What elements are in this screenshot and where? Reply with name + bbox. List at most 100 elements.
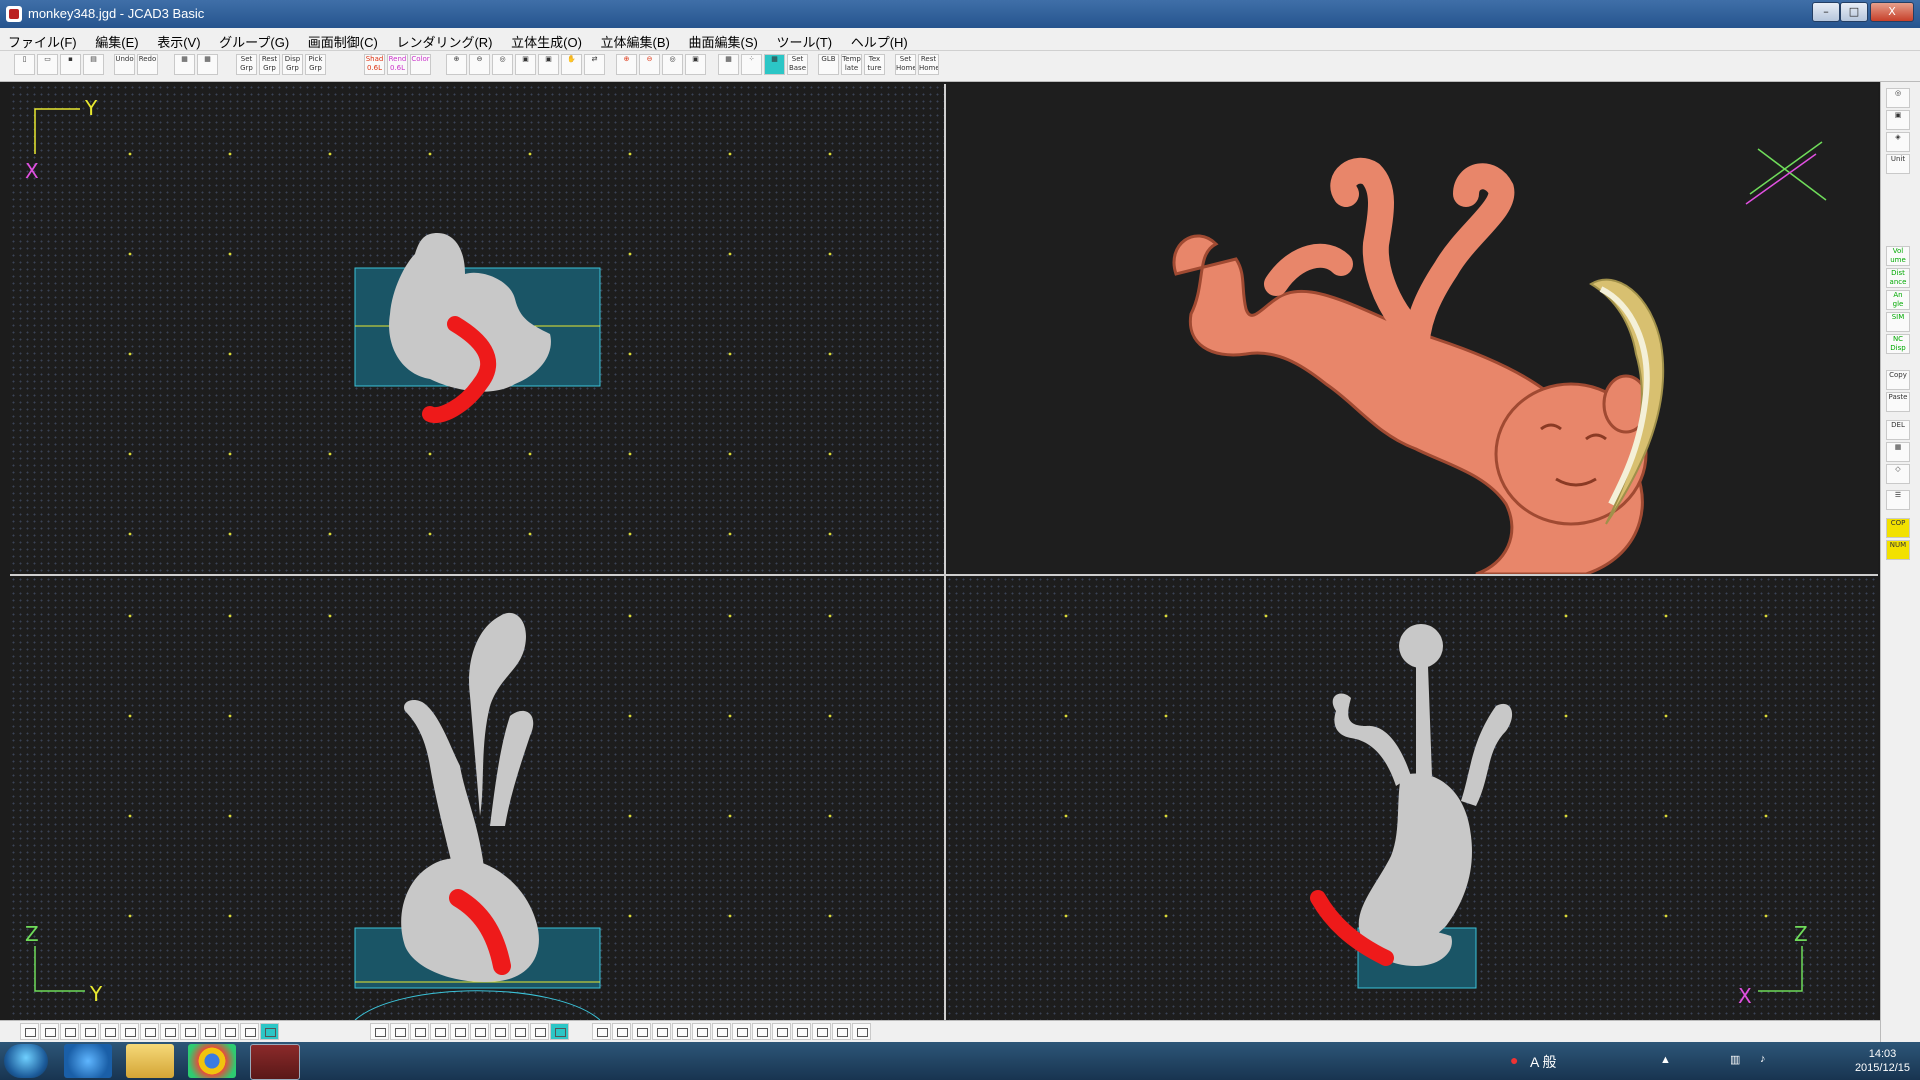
snap-grid-icon[interactable]: ⁘: [741, 54, 762, 75]
curve-tool-icon[interactable]: [80, 1023, 99, 1040]
open-folder-icon[interactable]: ▭: [37, 54, 58, 75]
render-zoom-fit-icon[interactable]: ◎: [662, 54, 683, 75]
system-clock[interactable]: 14:03 2015/12/15: [1855, 1047, 1910, 1075]
notification-icon[interactable]: ●: [1510, 1052, 1518, 1068]
menu-file[interactable]: ファイル(F): [0, 28, 84, 51]
zoom-out-icon[interactable]: ⊖: [469, 54, 490, 75]
curve-tool-icon[interactable]: [140, 1023, 159, 1040]
menu-tools[interactable]: ツール(T): [768, 28, 839, 51]
rest-home-button[interactable]: Rest Home: [918, 54, 939, 75]
zoom-all-icon[interactable]: ▣: [538, 54, 559, 75]
curve-tool-icon[interactable]: [60, 1023, 79, 1040]
volume-button[interactable]: Vol ume: [1886, 246, 1910, 266]
group-list-icon[interactable]: ▦: [1886, 442, 1910, 462]
menu-edit[interactable]: 編集(E): [87, 28, 145, 51]
view-front-icon[interactable]: ▣: [1886, 110, 1910, 130]
group-list-icon[interactable]: ▦: [197, 54, 218, 75]
template-button[interactable]: Temp late: [841, 54, 862, 75]
internet-explorer-icon[interactable]: [64, 1044, 112, 1078]
edit-tool-icon[interactable]: [692, 1023, 711, 1040]
jcad-app-icon[interactable]: [250, 1044, 300, 1080]
menu-group[interactable]: グループ(G): [211, 28, 296, 51]
curve-tool-icon[interactable]: [220, 1023, 239, 1040]
solid-tool-icon[interactable]: [470, 1023, 489, 1040]
paste-button[interactable]: Paste: [1886, 392, 1910, 412]
group-table-icon[interactable]: ▦: [174, 54, 195, 75]
viewport-divider-vertical[interactable]: [944, 84, 946, 1020]
edit-tool-icon[interactable]: [712, 1023, 731, 1040]
network-icon[interactable]: ▥: [1730, 1053, 1740, 1066]
viewport-front[interactable]: Z Y: [10, 576, 944, 1020]
viewport-perspective[interactable]: [946, 84, 1878, 574]
curve-tool-icon[interactable]: [120, 1023, 139, 1040]
menu-screen-control[interactable]: 画面制御(C): [300, 28, 385, 51]
zoom-window-icon[interactable]: ▣: [515, 54, 536, 75]
curve-tool-icon[interactable]: [200, 1023, 219, 1040]
disp-group-button[interactable]: Disp Grp: [282, 54, 303, 75]
render-button[interactable]: Rend 0.6L: [387, 54, 408, 75]
save-icon[interactable]: ▪: [60, 54, 81, 75]
viewport-divider-horizontal[interactable]: [10, 574, 1878, 576]
minimize-button[interactable]: –: [1812, 2, 1840, 22]
edit-tool-icon[interactable]: [612, 1023, 631, 1040]
edit-tool-icon[interactable]: [852, 1023, 871, 1040]
grid-toggle-icon[interactable]: ▦: [764, 54, 785, 75]
pan-hand-icon[interactable]: ✋: [561, 54, 582, 75]
solid-tool-icon[interactable]: [510, 1023, 529, 1040]
curve-tool-icon[interactable]: [240, 1023, 259, 1040]
file-explorer-icon[interactable]: [126, 1044, 174, 1078]
rebuild-icon[interactable]: ⇄: [584, 54, 605, 75]
curve-tool-icon[interactable]: [160, 1023, 179, 1040]
pick-group-button[interactable]: Pick Grp: [305, 54, 326, 75]
view-rotate-icon[interactable]: ◎: [1886, 88, 1910, 108]
sim-button[interactable]: SIM: [1886, 312, 1910, 332]
menu-view[interactable]: 表示(V): [149, 28, 207, 51]
color-button[interactable]: Color: [410, 54, 431, 75]
edit-tool-icon[interactable]: [772, 1023, 791, 1040]
edit-tool-icon[interactable]: [652, 1023, 671, 1040]
solid-tool-icon[interactable]: [550, 1023, 569, 1040]
curve-tool-icon[interactable]: [180, 1023, 199, 1040]
solid-tool-icon[interactable]: [430, 1023, 449, 1040]
angle-button[interactable]: An gle: [1886, 290, 1910, 310]
edit-tool-icon[interactable]: [672, 1023, 691, 1040]
edit-tool-icon[interactable]: [792, 1023, 811, 1040]
solid-tool-icon[interactable]: [390, 1023, 409, 1040]
ime-indicator[interactable]: A 般: [1530, 1052, 1556, 1072]
viewport-side[interactable]: Z X: [946, 576, 1878, 1020]
render-zoom-window-icon[interactable]: ▣: [685, 54, 706, 75]
solid-tool-icon[interactable]: [450, 1023, 469, 1040]
chrome-icon[interactable]: [188, 1044, 236, 1078]
zoom-in-icon[interactable]: ⊕: [446, 54, 467, 75]
edit-tool-icon[interactable]: [592, 1023, 611, 1040]
render-zoom-out-icon[interactable]: ⊖: [639, 54, 660, 75]
viewport-top[interactable]: Y X: [10, 84, 944, 574]
solid-tool-icon[interactable]: [410, 1023, 429, 1040]
new-file-icon[interactable]: ▯: [14, 54, 35, 75]
edit-tool-icon[interactable]: [752, 1023, 771, 1040]
grid-icon[interactable]: ▦: [718, 54, 739, 75]
rest-group-button[interactable]: Rest Grp: [259, 54, 280, 75]
menu-surface-edit[interactable]: 曲面編集(S): [681, 28, 765, 51]
view-top-icon[interactable]: ◈: [1886, 132, 1910, 152]
solid-tool-icon[interactable]: [530, 1023, 549, 1040]
tree-icon[interactable]: ☰: [1886, 490, 1910, 510]
menu-solid-create[interactable]: 立体生成(O): [503, 28, 589, 51]
app-icon[interactable]: [6, 6, 22, 22]
print-icon[interactable]: ▤: [83, 54, 104, 75]
curve-tool-icon[interactable]: [100, 1023, 119, 1040]
edit-tool-icon[interactable]: [632, 1023, 651, 1040]
set-base-button[interactable]: Set Base: [787, 54, 808, 75]
close-button[interactable]: X: [1870, 2, 1914, 22]
set-group-button[interactable]: Set Grp: [236, 54, 257, 75]
redo-button[interactable]: Redo: [137, 54, 158, 75]
curve-tool-icon[interactable]: [20, 1023, 39, 1040]
menu-solid-edit[interactable]: 立体編集(B): [593, 28, 677, 51]
delete-button[interactable]: DEL: [1886, 420, 1910, 440]
layer-icon[interactable]: ◇: [1886, 464, 1910, 484]
show-hidden-icons[interactable]: ▲: [1660, 1054, 1671, 1066]
solid-tool-icon[interactable]: [370, 1023, 389, 1040]
start-button[interactable]: [4, 1044, 48, 1078]
volume-icon[interactable]: ♪: [1760, 1053, 1766, 1065]
curve-tool-icon[interactable]: [40, 1023, 59, 1040]
